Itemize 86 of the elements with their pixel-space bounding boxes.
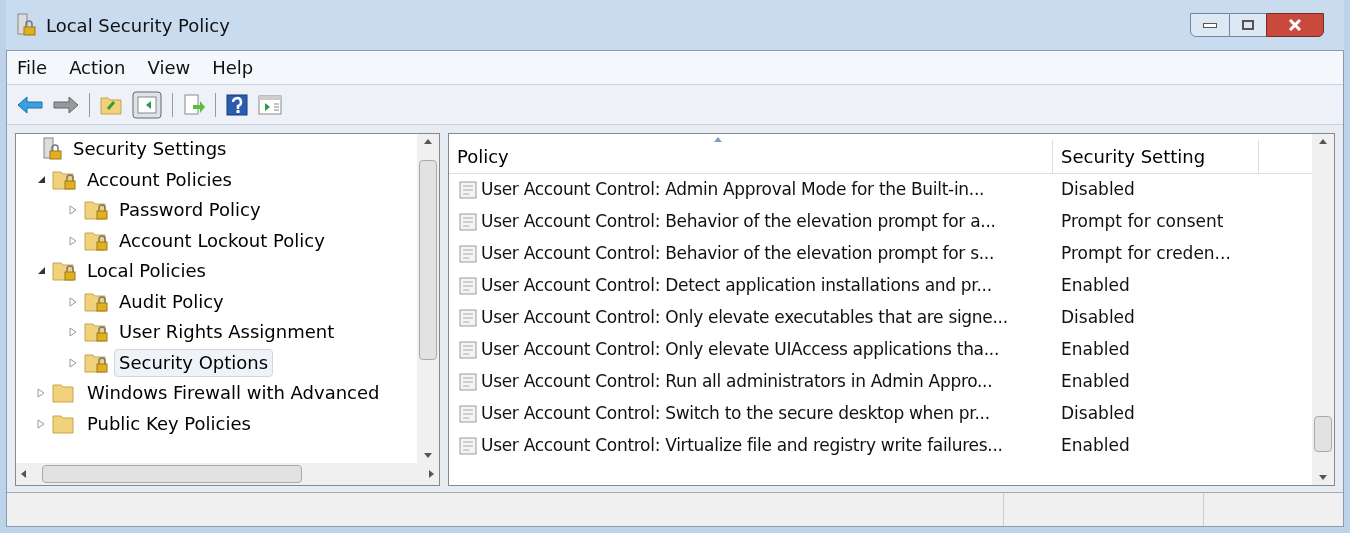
expanded-arrow-icon[interactable] [36,174,46,185]
policy-icon [459,437,477,455]
table-cell-text: User Account Control: Switch to the secure desktop when pr... [481,402,990,426]
policy-icon [459,245,477,263]
table-cell-text: Disabled [1060,402,1135,426]
scroll-right-arrow-icon[interactable] [427,470,435,478]
table-cell-text: User Account Control: Run all administrators in Admin Appro... [481,370,993,394]
tree-item[interactable]: User Rights Assignment [114,318,340,347]
locked-folder-icon [84,199,110,222]
back-arrow-icon[interactable] [17,94,43,115]
locked-folder-icon [84,351,110,374]
policy-icon [459,213,477,231]
tree-item[interactable]: Security Settings [68,135,232,164]
table-cell-text: User Account Control: Only elevate executables that are signe... [481,306,1008,330]
column-header[interactable]: Security Setting [1053,140,1259,173]
help-icon[interactable] [226,93,248,116]
table-cell-text: Prompt for creden... [1060,242,1231,266]
scroll-down-arrow-icon[interactable] [424,451,432,459]
locked-folder-icon [84,321,110,344]
vertical-scrollbar[interactable] [417,134,439,463]
tree-item[interactable]: Account Policies [82,165,237,194]
locked-folder-icon [84,229,110,252]
policy-icon [459,181,477,199]
scroll-up-arrow-icon[interactable] [424,138,432,146]
scroll-up-arrow-icon[interactable] [1319,138,1327,146]
menu-item[interactable]: Help [212,54,254,81]
table-cell-text: User Account Control: Only elevate UIAccess applications tha... [481,338,1000,362]
table-cell-text: User Account Control: Admin Approval Mode for the Built-in... [481,178,985,202]
collapsed-arrow-icon[interactable] [68,235,78,246]
collapsed-arrow-icon[interactable] [68,327,78,338]
policy-icon [459,405,477,423]
pane-toggle-icon[interactable] [132,90,162,119]
menu-item[interactable]: View [147,54,191,81]
locked-folder-icon [52,168,78,191]
collapsed-arrow-icon[interactable] [68,205,78,216]
table-cell-text: User Account Control: Virtualize file and registry write failures... [481,434,1003,458]
table-cell-text: Prompt for consent [1060,210,1224,234]
expanded-arrow-icon[interactable] [36,266,46,277]
table-cell-text: User Account Control: Behavior of the elevation prompt for s... [481,242,995,266]
scroll-down-arrow-icon[interactable] [1319,473,1327,481]
collapsed-arrow-icon[interactable] [68,357,78,368]
policy-icon [459,309,477,327]
column-header[interactable]: Policy [449,140,1053,173]
table-cell-text: User Account Control: Detect application installations and pr... [481,274,992,298]
table-cell-text: User Account Control: Behavior of the elevation prompt for a... [481,210,996,234]
tree-item[interactable]: Public Key Policies [82,409,256,438]
tree-item[interactable]: Windows Firewall with Advanced [82,379,385,408]
sort-arrow-icon [714,137,722,142]
export-list-icon[interactable] [183,93,205,116]
window-title: Local Security Policy [46,13,230,38]
tree-item[interactable]: Local Policies [82,257,211,286]
table-cell-text: Enabled [1060,274,1130,298]
tree-item[interactable]: Password Policy [114,196,266,225]
scrollbar-thumb[interactable] [42,465,302,483]
up-folder-icon[interactable] [100,94,122,115]
action-pane-icon[interactable] [258,93,282,116]
policy-icon [459,341,477,359]
collapsed-arrow-icon[interactable] [68,296,78,307]
forward-arrow-icon[interactable] [53,94,79,115]
collapsed-arrow-icon[interactable] [36,388,46,399]
close-button[interactable] [1266,13,1324,37]
policy-icon [459,373,477,391]
horizontal-scrollbar[interactable] [16,463,439,485]
table-cell-text: Enabled [1060,338,1130,362]
close-icon [1288,19,1302,31]
locked-folder-icon [52,260,78,283]
tree-item[interactable]: Audit Policy [114,287,229,316]
table-cell-text: Disabled [1060,306,1135,330]
maximize-button[interactable] [1230,13,1266,37]
menu-item[interactable]: File [17,54,48,81]
policy-icon [459,277,477,295]
scroll-left-arrow-icon[interactable] [20,470,28,478]
locked-folder-icon [84,290,110,313]
table-cell-text: Disabled [1060,178,1135,202]
tree-item[interactable]: Security Options [114,348,274,377]
tree-item[interactable]: Account Lockout Policy [114,226,330,255]
table-cell-text: Enabled [1060,370,1130,394]
scrollbar-thumb[interactable] [1314,416,1332,452]
collapsed-arrow-icon[interactable] [36,418,46,429]
server-lock-icon [42,137,64,162]
server-lock-icon [16,13,38,37]
scrollbar-thumb[interactable] [419,160,437,360]
table-cell-text: Enabled [1060,434,1130,458]
vertical-scrollbar[interactable] [1312,134,1334,485]
minimize-button[interactable] [1190,13,1230,37]
menu-item[interactable]: Action [69,54,126,81]
